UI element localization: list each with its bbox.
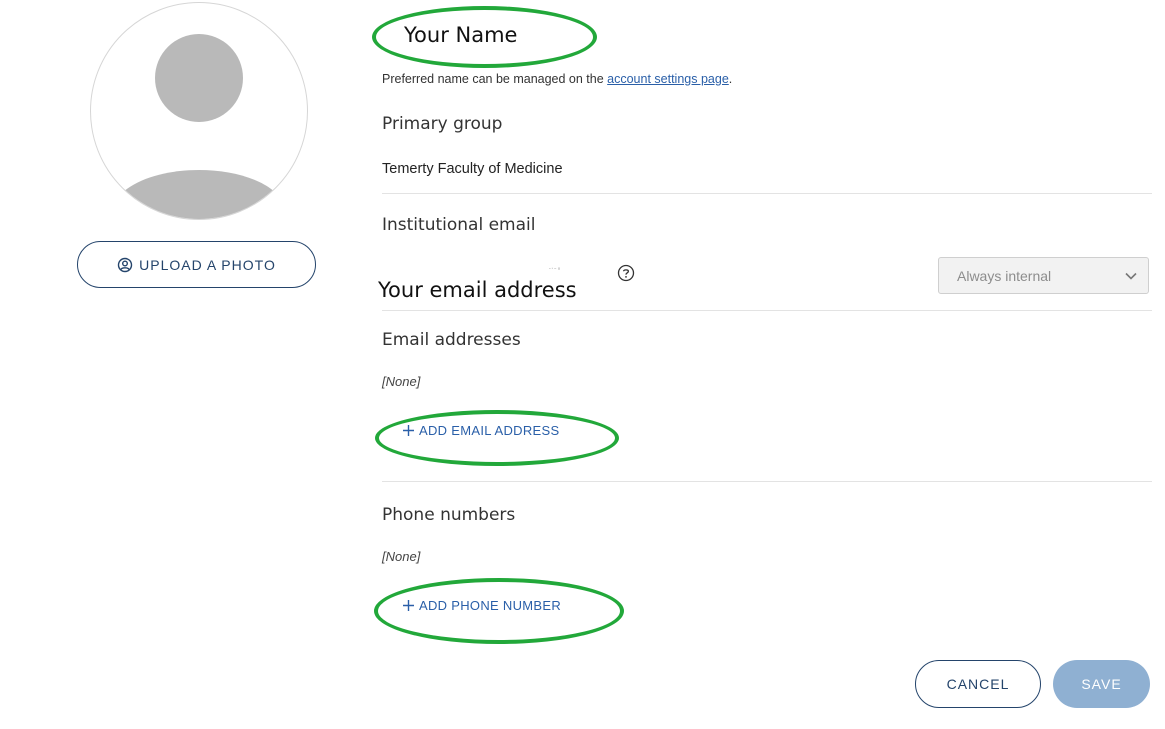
preferred-note-prefix: Preferred name can be managed on the xyxy=(382,72,608,86)
plus-icon xyxy=(403,425,414,436)
divider xyxy=(382,193,1152,194)
avatar xyxy=(90,2,308,220)
upload-photo-label: UPLOAD A PHOTO xyxy=(139,256,276,273)
display-name: Your Name xyxy=(404,23,518,47)
question-circle-icon[interactable] xyxy=(617,264,635,282)
add-phone-number-button[interactable]: ADD PHONE NUMBER xyxy=(402,598,561,613)
redaction-smudge xyxy=(549,267,560,270)
email-addresses-label: Email addresses xyxy=(382,330,521,350)
email-visibility-select[interactable]: Always internal xyxy=(938,257,1149,294)
divider xyxy=(382,481,1152,482)
chevron-down-icon xyxy=(1125,272,1137,280)
add-phone-label: ADD PHONE NUMBER xyxy=(419,598,562,613)
preferred-name-note: Preferred name can be managed on the acc… xyxy=(382,72,732,86)
upload-photo-button[interactable]: UPLOAD A PHOTO xyxy=(77,241,316,288)
user-circle-icon xyxy=(117,257,133,272)
add-email-label: ADD EMAIL ADDRESS xyxy=(419,423,560,438)
preferred-note-suffix: . xyxy=(728,72,733,86)
email-addresses-empty: [None] xyxy=(382,374,421,389)
primary-group-label: Primary group xyxy=(382,114,503,134)
institutional-email-label: Institutional email xyxy=(382,215,536,235)
visibility-selected-value: Always internal xyxy=(957,267,1052,284)
phone-numbers-empty: [None] xyxy=(382,549,421,564)
cancel-button[interactable]: CANCEL xyxy=(915,660,1041,708)
user-placeholder-icon xyxy=(109,34,289,219)
plus-icon xyxy=(403,600,414,611)
primary-group-value: Temerty Faculty of Medicine xyxy=(382,161,563,177)
phone-numbers-label: Phone numbers xyxy=(382,505,516,525)
add-email-address-button[interactable]: ADD EMAIL ADDRESS xyxy=(402,423,559,438)
divider xyxy=(382,310,1152,311)
annotation-oval-add-email xyxy=(375,410,619,466)
institutional-email-value: Your email address xyxy=(378,278,577,302)
account-settings-link[interactable]: account settings page xyxy=(607,72,729,86)
save-button[interactable]: SAVE xyxy=(1053,660,1150,708)
